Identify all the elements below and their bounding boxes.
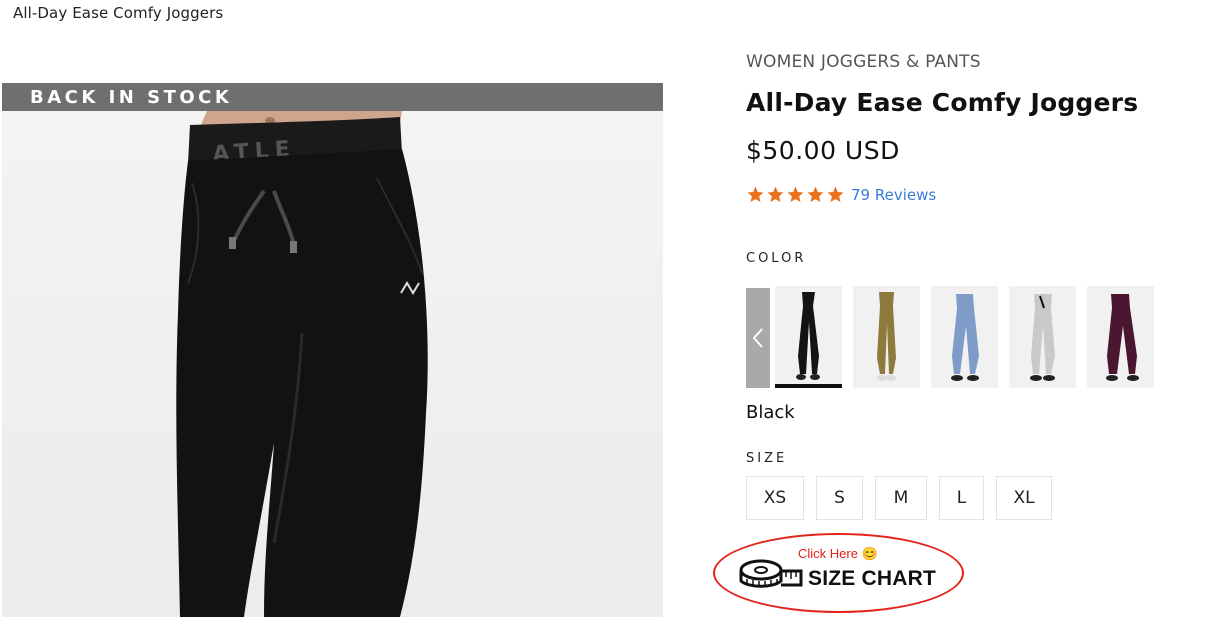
swatch-grey-image	[1009, 286, 1076, 388]
selected-color-name: Black	[746, 402, 795, 423]
carousel-prev-button[interactable]	[746, 288, 770, 388]
joggers-photo: ATLE	[176, 111, 428, 617]
size-option-l[interactable]: L	[939, 476, 984, 520]
measuring-tape-icon	[739, 559, 803, 588]
back-in-stock-banner: BACK IN STOCK	[2, 83, 663, 111]
chevron-left-icon	[752, 328, 763, 348]
star-icon	[767, 186, 784, 202]
click-here-hint: Click Here 😊	[798, 546, 878, 561]
size-option-xs[interactable]: XS	[746, 476, 804, 520]
star-icon	[827, 186, 844, 202]
star-icon	[807, 186, 824, 202]
size-chart-button[interactable]: Click Here 😊 SIZE CHART	[713, 533, 964, 613]
size-chart-label: SIZE CHART	[808, 567, 936, 590]
color-swatch-carousel	[746, 286, 1166, 392]
banner-text: BACK IN STOCK	[30, 87, 233, 108]
swatch-grey[interactable]	[1009, 286, 1076, 388]
swatch-blue[interactable]	[931, 286, 998, 388]
reviews-link[interactable]: 79 Reviews	[851, 186, 936, 204]
page-title: All-Day Ease Comfy Joggers	[13, 4, 224, 22]
product-image[interactable]: BACK IN STOCK ATLE	[2, 83, 663, 617]
size-label: SIZE	[746, 451, 788, 466]
swatch-olive[interactable]	[853, 286, 920, 388]
swatch-burgundy[interactable]	[1087, 286, 1154, 388]
size-option-m[interactable]: M	[875, 476, 927, 520]
product-category[interactable]: WOMEN JOGGERS & PANTS	[746, 52, 981, 72]
swatch-olive-image	[853, 286, 920, 388]
rating-row: 79 Reviews	[746, 185, 936, 204]
swatch-burgundy-image	[1087, 286, 1154, 388]
swatch-blue-image	[931, 286, 998, 388]
star-icon	[787, 186, 804, 202]
color-label: COLOR	[746, 251, 807, 266]
star-icon	[747, 186, 764, 202]
size-option-xl[interactable]: XL	[996, 476, 1052, 520]
star-rating	[746, 185, 845, 204]
swatch-black-image	[775, 286, 842, 384]
swatch-black[interactable]	[775, 286, 842, 388]
product-price: $50.00 USD	[746, 136, 900, 165]
product-name: All-Day Ease Comfy Joggers	[746, 88, 1139, 117]
size-option-s[interactable]: S	[816, 476, 863, 520]
